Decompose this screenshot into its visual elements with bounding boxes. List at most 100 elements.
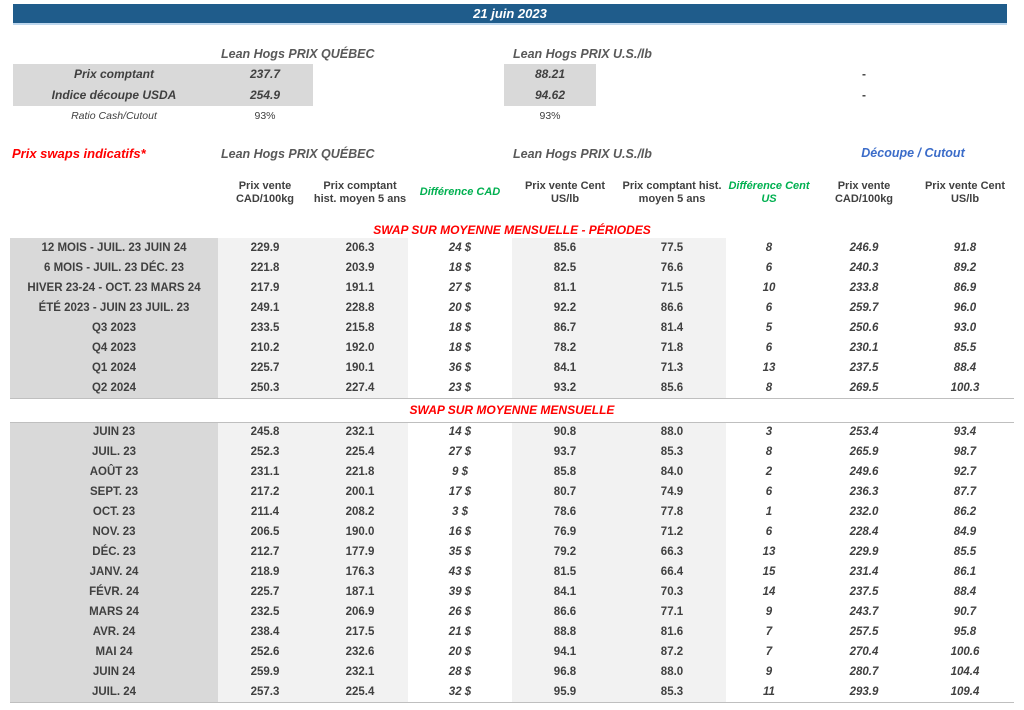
qc-difference-cell: 20 $ [448,646,472,658]
section-title: SWAP SUR MOYENNE MENSUELLE - PÉRIODES [10,222,1014,238]
cutout-cad-cell: 265.9 [849,446,879,458]
us-difference-cell: 7 [765,646,773,658]
cutout-us-cell: 109.4 [916,682,1014,703]
summary-row-label: Ratio Cash/Cutout [71,110,157,122]
us-difference-cell: 6 [765,302,773,314]
us-prix-vente-cell: 80.7 [512,482,618,502]
us-hist-cell: 81.6 [618,622,726,642]
us-difference-cell: 6 [765,486,773,498]
us-difference-cell: 14 [762,586,776,598]
qc-hist-cell: 187.1 [312,582,408,602]
column-header-qc-difference: Différence CAD [419,186,501,199]
period-cell: 6 MOIS - JUIL. 23 DÉC. 23 [10,258,218,278]
period-cell: SEPT. 23 [10,482,218,502]
table-row: 6 MOIS - JUIL. 23 DÉC. 23 221.8 203.9 18 $ 8… [10,258,1014,278]
swaps-table: SWAP SUR MOYENNE MENSUELLE - PÉRIODES 12 … [10,222,1014,703]
us-hist-cell: 66.4 [618,562,726,582]
cutout-cad-cell: 246.9 [849,242,879,254]
qc-difference-cell: 23 $ [448,381,472,394]
table-row: DÉC. 23 212.7 177.9 35 $ 79.2 66.3 13 229.9 85.5 [10,542,1014,562]
cutout-cad-cell: 228.4 [849,526,879,538]
qc-prix-vente-cell: 252.6 [218,642,312,662]
period-cell: AVR. 24 [10,622,218,642]
period-cell: JUIL. 23 [10,442,218,462]
us-prix-vente-cell: 96.8 [512,662,618,682]
cutout-cad-cell: 250.6 [849,322,879,334]
qc-hist-cell: 192.0 [312,338,408,358]
us-hist-cell: 71.5 [618,278,726,298]
cutout-cad-cell: 230.1 [849,342,879,354]
section-title: SWAP SUR MOYENNE MENSUELLE [10,397,1014,423]
us-difference-cell: 8 [765,242,773,254]
qc-hist-cell: 208.2 [312,502,408,522]
us-difference-cell: 11 [726,682,812,703]
qc-prix-vente-cell: 252.3 [218,442,312,462]
period-cell: Q3 2023 [10,318,218,338]
column-header-us-difference: Différence Cent US [728,179,810,205]
summary-cutout-value: - [862,67,866,81]
us-hist-cell: 71.8 [618,338,726,358]
us-difference-cell: 13 [762,546,776,558]
summary-quebec-value: 254.9 [249,88,281,102]
cutout-cad-cell: 240.3 [849,262,879,274]
us-prix-vente-cell: 82.5 [512,258,618,278]
qc-prix-vente-cell: 225.7 [218,582,312,602]
us-hist-cell: 74.9 [618,482,726,502]
qc-hist-cell: 200.1 [312,482,408,502]
qc-prix-vente-cell: 206.5 [218,522,312,542]
qc-hist-cell: 190.1 [312,358,408,378]
us-hist-cell: 76.6 [618,258,726,278]
summary-row-label: Prix comptant [73,67,154,81]
qc-prix-vente-cell: 245.8 [218,422,312,442]
cutout-us-cell: 84.9 [953,526,977,538]
qc-hist-cell: 228.8 [312,298,408,318]
cutout-cad-cell: 259.7 [849,302,879,314]
qc-difference-cell: 18 $ [448,342,472,354]
us-difference-cell: 8 [765,381,773,394]
us-prix-vente-cell: 85.6 [512,238,618,258]
period-cell: AOÛT 23 [10,462,218,482]
cutout-us-cell: 86.1 [953,566,977,578]
qc-difference-cell: 27 $ [448,282,472,294]
qc-difference-cell: 21 $ [448,626,472,638]
cutout-us-cell: 86.2 [953,506,977,518]
table-row: NOV. 23 206.5 190.0 16 $ 76.9 71.2 6 228.4 84.9 [10,522,1014,542]
us-hist-cell: 87.2 [618,642,726,662]
qc-hist-cell: 190.0 [312,522,408,542]
us-hist-cell: 77.1 [618,602,726,622]
cutout-cad-cell: 232.0 [849,506,879,518]
cutout-cad-cell: 253.4 [849,426,879,439]
qc-prix-vente-cell: 233.5 [218,318,312,338]
us-hist-cell: 77.8 [618,502,726,522]
cutout-us-cell: 85.5 [953,546,977,558]
qc-difference-cell: 39 $ [448,586,472,598]
us-prix-vente-cell: 90.8 [512,422,618,442]
table-row: Q2 2024 250.3 227.4 23 $ 93.2 85.6 8 269.5 100.3 [10,378,1014,398]
qc-prix-vente-cell: 211.4 [218,502,312,522]
period-cell: JUIL. 24 [10,682,218,703]
qc-difference-cell: 32 $ [408,682,512,703]
us-prix-vente-cell: 79.2 [512,542,618,562]
table-row: 12 MOIS - JUIL. 23 JUIN 24 229.9 206.3 24 $… [10,238,1014,258]
table-row: JUIL. 23 252.3 225.4 27 $ 93.7 85.3 8 265.9 98.7 [10,442,1014,462]
qc-hist-cell: 176.3 [312,562,408,582]
us-prix-vente-cell: 81.1 [512,278,618,298]
us-prix-vente-cell: 93.7 [512,442,618,462]
qc-difference-cell: 17 $ [448,486,472,498]
us-difference-cell: 15 [762,566,776,578]
cutout-us-cell: 89.2 [953,262,977,274]
column-header-qc-prix-vente: Prix vente CAD/100kg [235,179,295,205]
cutout-us-cell: 96.0 [953,302,977,314]
us-hist-cell: 84.0 [618,462,726,482]
qc-difference-cell: 18 $ [448,262,472,274]
us-hist-cell: 71.3 [618,358,726,378]
period-cell: JUIN 23 [10,422,218,442]
period-cell: ÉTÉ 2023 - JUIN 23 JUIL. 23 [10,298,218,318]
qc-hist-cell: 217.5 [312,622,408,642]
qc-hist-cell: 232.6 [312,642,408,662]
cutout-cad-cell: 249.6 [849,466,879,478]
us-difference-cell: 2 [765,466,773,478]
us-hist-cell: 77.5 [618,238,726,258]
table-row: Q4 2023 210.2 192.0 18 $ 78.2 71.8 6 230.1 85.5 [10,338,1014,358]
us-hist-cell: 81.4 [618,318,726,338]
